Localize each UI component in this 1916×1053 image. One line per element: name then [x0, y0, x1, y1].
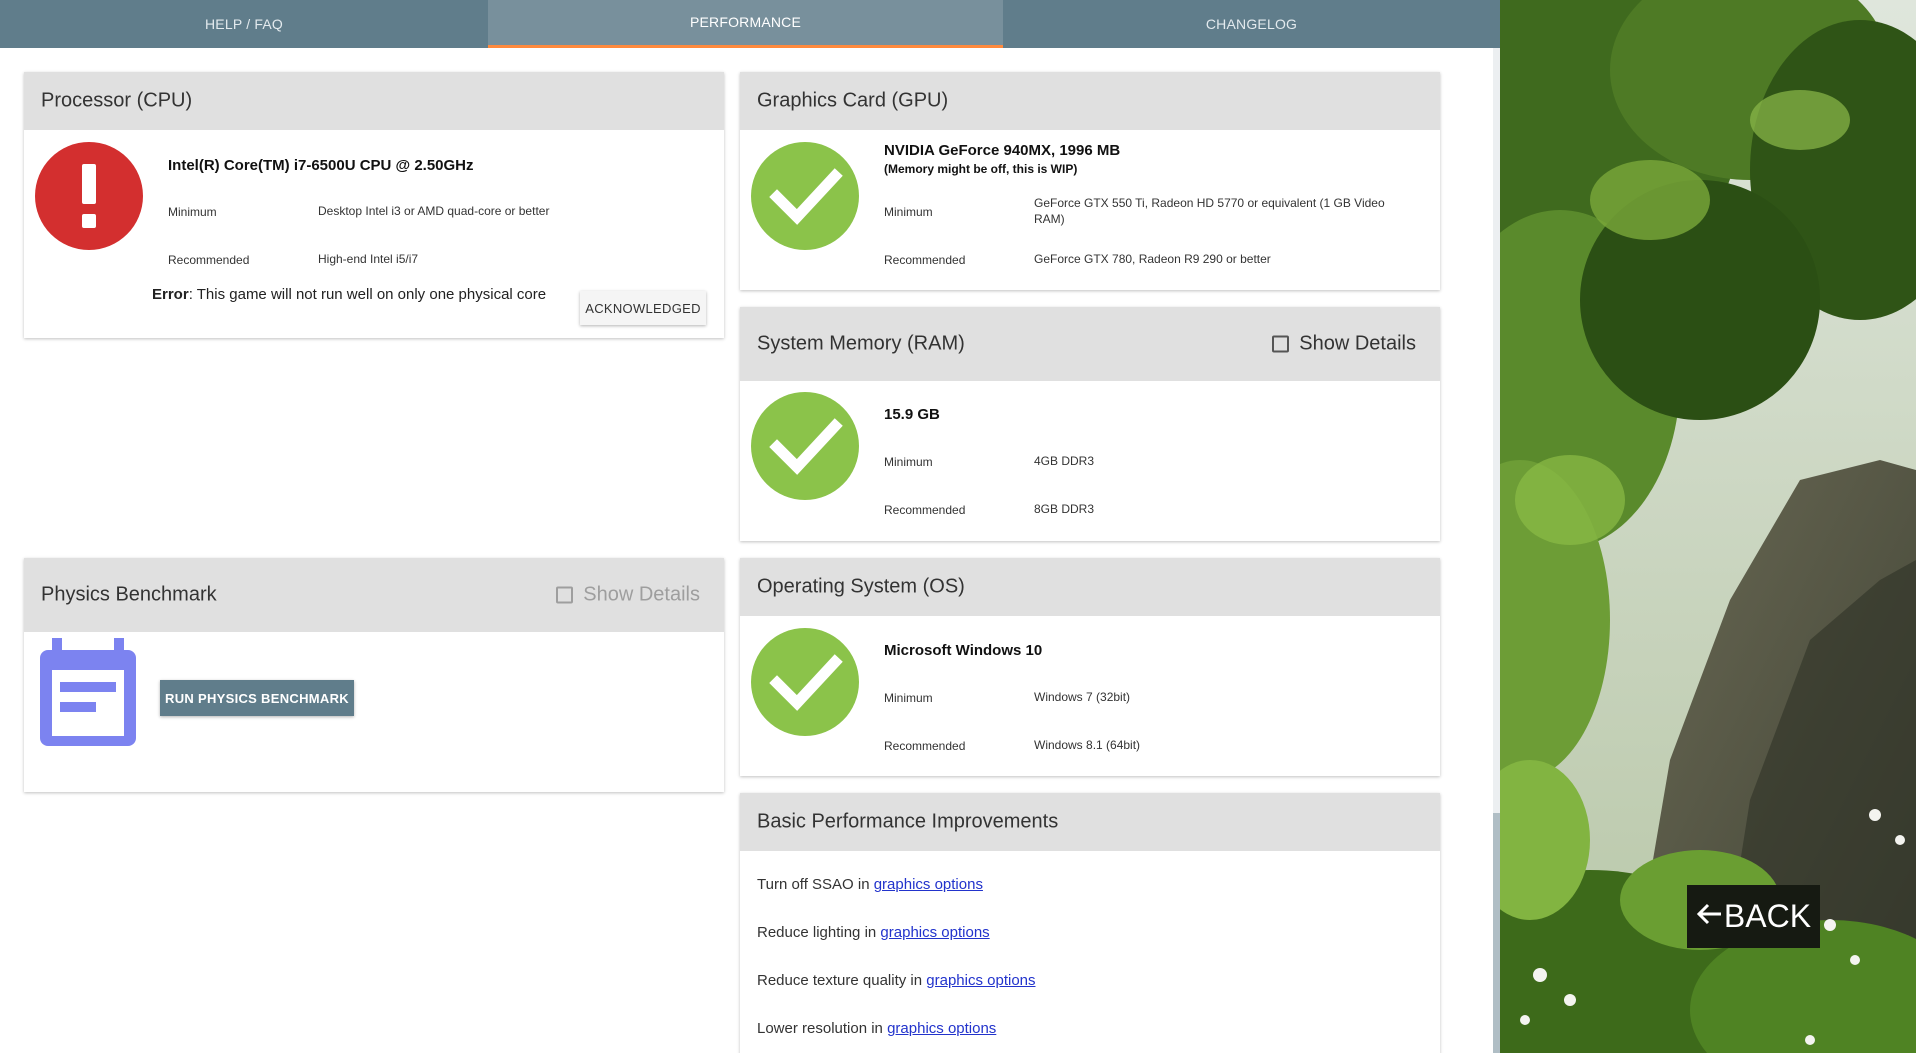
gpu-card-title: Graphics Card (GPU)	[757, 89, 949, 112]
back-button[interactable]: BACK	[1687, 885, 1820, 948]
gpu-name: NVIDIA GeForce 940MX, 1996 MB	[884, 142, 1121, 159]
cpu-error-message: Error: This game will not run well on on…	[152, 286, 546, 303]
cpu-error-prefix: Error	[152, 286, 189, 303]
improvement-tip: Turn off SSAO in graphics options	[757, 876, 983, 893]
scrollbar[interactable]	[1493, 48, 1500, 1053]
checkmark-icon	[751, 142, 859, 250]
cpu-recommended-label: Recommended	[168, 253, 250, 267]
graphics-options-link[interactable]: graphics options	[880, 924, 989, 941]
improvement-tip-text: Lower resolution in	[757, 1020, 888, 1037]
arrow-left-icon	[1696, 898, 1722, 935]
cpu-card-header: Processor (CPU)	[24, 72, 724, 130]
improvement-tip-text: Reduce lighting in	[757, 924, 881, 941]
graphics-options-link[interactable]: graphics options	[926, 972, 1035, 989]
os-card-header: Operating System (OS)	[740, 558, 1440, 616]
checkmark-icon	[751, 392, 859, 500]
run-physics-benchmark-button[interactable]: RUN PHYSICS BENCHMARK	[160, 680, 354, 716]
exclamation-icon	[35, 142, 143, 250]
physics-show-details-checkbox[interactable]	[556, 586, 574, 604]
improvements-card: Basic Performance Improvements Turn off …	[740, 793, 1440, 1053]
ram-show-details-checkbox[interactable]	[1272, 335, 1290, 353]
os-card-title: Operating System (OS)	[757, 575, 965, 598]
cpu-minimum-value: Desktop Intel i3 or AMD quad-core or bet…	[318, 204, 550, 218]
acknowledged-button[interactable]: ACKNOWLEDGED	[580, 291, 706, 325]
os-minimum-label: Minimum	[884, 691, 933, 705]
ram-show-details-label[interactable]: Show Details	[1299, 333, 1416, 356]
gpu-card-header: Graphics Card (GPU)	[740, 72, 1440, 130]
cpu-recommended-value: High-end Intel i5/i7	[318, 252, 419, 266]
gpu-recommended-label: Recommended	[884, 253, 966, 267]
physics-card-title: Physics Benchmark	[41, 583, 217, 606]
gpu-recommended-value: GeForce GTX 780, Radeon R9 290 or better	[1034, 252, 1271, 266]
os-recommended-label: Recommended	[884, 739, 966, 753]
physics-show-details-label[interactable]: Show Details	[583, 584, 700, 607]
improvements-card-header: Basic Performance Improvements	[740, 793, 1440, 851]
improvements-card-title: Basic Performance Improvements	[757, 810, 1059, 833]
ram-card: System Memory (RAM) Show Details 15.9 GB…	[740, 307, 1440, 541]
physics-card-header: Physics Benchmark Show Details	[24, 558, 724, 632]
tab-performance[interactable]: PERFORMANCE	[488, 0, 1003, 48]
cpu-minimum-label: Minimum	[168, 205, 217, 219]
improvement-tip: Lower resolution in graphics options	[757, 1020, 996, 1037]
os-recommended-value: Windows 8.1 (64bit)	[1034, 738, 1141, 752]
tab-help-faq[interactable]: HELP / FAQ	[0, 0, 488, 48]
cpu-card-title: Processor (CPU)	[41, 89, 193, 112]
improvement-tip-text: Reduce texture quality in	[757, 972, 927, 989]
improvement-tip-text: Turn off SSAO in	[757, 876, 874, 893]
graphics-options-link[interactable]: graphics options	[887, 1020, 996, 1037]
tab-changelog[interactable]: CHANGELOG	[1003, 0, 1500, 48]
ram-card-header: System Memory (RAM) Show Details	[740, 307, 1440, 381]
gpu-memory-note: (Memory might be off, this is WIP)	[884, 162, 1078, 176]
scrollbar-thumb[interactable]	[1493, 813, 1500, 1053]
gpu-minimum-label: Minimum	[884, 205, 933, 219]
cpu-error-text: : This game will not run well on only on…	[188, 286, 547, 303]
checkmark-icon	[751, 628, 859, 736]
ram-amount: 15.9 GB	[884, 406, 940, 423]
ram-recommended-label: Recommended	[884, 503, 966, 517]
physics-card: Physics Benchmark Show Details RUN PHYSI…	[24, 558, 724, 792]
improvement-tip: Reduce lighting in graphics options	[757, 924, 990, 941]
cpu-name: Intel(R) Core(TM) i7-6500U CPU @ 2.50GHz	[168, 157, 474, 174]
performance-app: HELP / FAQ PERFORMANCE CHANGELOG Process…	[0, 0, 1500, 1053]
gpu-minimum-value: GeForce GTX 550 Ti, Radeon HD 5770 or eq…	[1034, 196, 1385, 226]
back-button-label[interactable]: BACK	[1724, 898, 1811, 935]
physics-show-details-toggle[interactable]: Show Details	[556, 584, 700, 607]
tab-bar: HELP / FAQ PERFORMANCE CHANGELOG	[0, 0, 1500, 48]
ram-recommended-value: 8GB DDR3	[1034, 502, 1095, 516]
ram-show-details-toggle[interactable]: Show Details	[1272, 333, 1416, 356]
improvement-tip: Reduce texture quality in graphics optio…	[757, 972, 1036, 989]
gpu-card: Graphics Card (GPU) NVIDIA GeForce 940MX…	[740, 72, 1440, 290]
os-minimum-value: Windows 7 (32bit)	[1034, 690, 1131, 704]
ram-card-title: System Memory (RAM)	[757, 332, 965, 355]
os-card: Operating System (OS) Microsoft Windows …	[740, 558, 1440, 776]
ram-minimum-label: Minimum	[884, 455, 933, 469]
ram-minimum-value: 4GB DDR3	[1034, 454, 1095, 468]
calendar-icon	[40, 638, 136, 746]
cpu-card: Processor (CPU) Intel(R) Core(TM) i7-650…	[24, 72, 724, 338]
graphics-options-link[interactable]: graphics options	[874, 876, 983, 893]
os-name: Microsoft Windows 10	[884, 642, 1043, 659]
